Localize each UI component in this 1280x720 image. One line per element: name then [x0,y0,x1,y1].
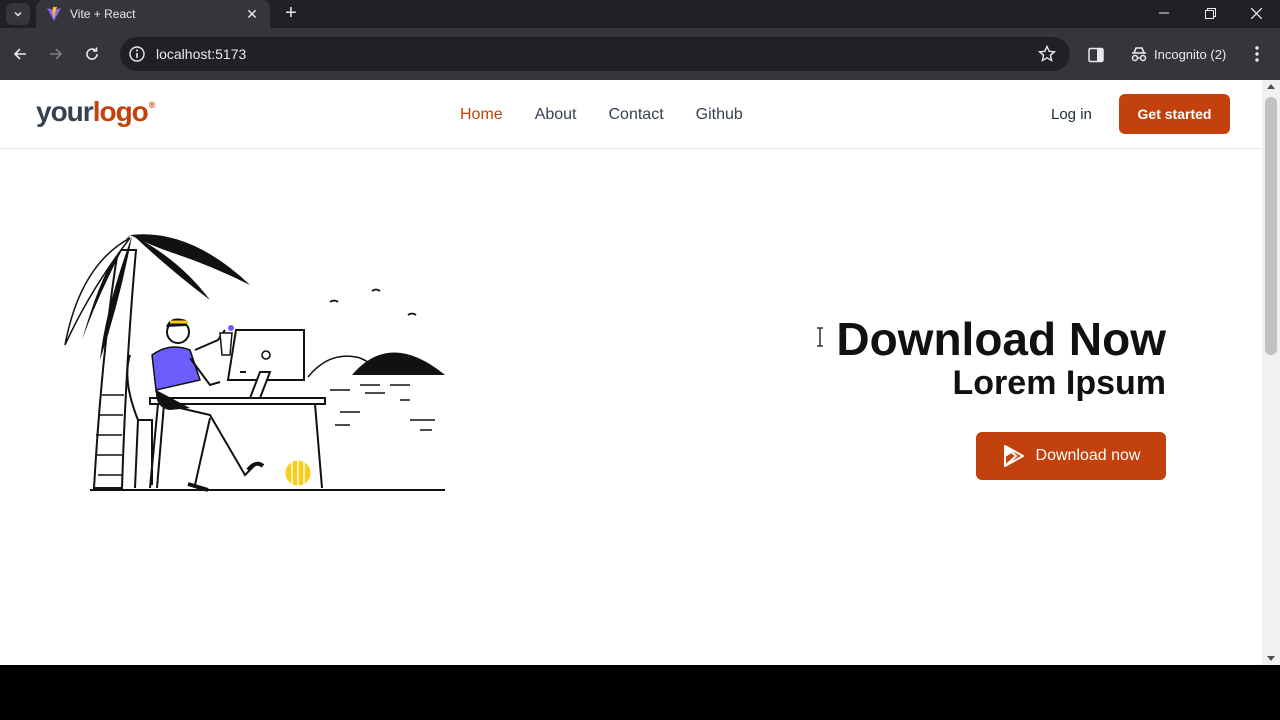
tab-title: Vite + React [70,7,136,21]
nav-link-about[interactable]: About [535,106,577,124]
info-icon[interactable] [128,45,146,63]
scroll-up-arrow-icon[interactable] [1267,84,1275,89]
address-bar[interactable]: localhost:5173 [120,37,1070,71]
hero-subtitle: Lorem Ipsum [952,364,1166,402]
nav-link-github[interactable]: Github [696,106,743,124]
arrow-left-icon [13,48,26,60]
page-viewport: yourlogo® Home About Contact Github Log … [0,80,1262,665]
vite-logo-icon [47,7,61,21]
minimize-button[interactable] [1141,0,1187,26]
tab-search-button[interactable] [6,3,30,25]
browser-tab[interactable]: Vite + React ✕ [36,0,270,28]
restore-icon [1204,7,1216,19]
incognito-icon [1131,47,1147,62]
login-link[interactable]: Log in [1051,106,1092,123]
close-window-button[interactable] [1233,0,1279,26]
forward-button[interactable] [44,42,68,66]
scrollbar-thumb[interactable] [1265,97,1277,355]
logo-text-logo: logo [92,96,149,127]
text-cursor-icon [817,327,823,347]
minimize-icon [1159,12,1169,14]
bookmark-star-icon[interactable] [1038,45,1056,63]
close-icon [1250,7,1262,19]
more-vert-icon[interactable] [1248,44,1266,64]
scroll-down-arrow-icon[interactable] [1267,656,1275,661]
hero-text: Download Now Lorem Ipsum [836,314,1166,402]
vertical-scrollbar[interactable] [1262,80,1280,665]
get-started-button[interactable]: Get started [1119,94,1230,134]
incognito-label: Incognito (2) [1154,46,1227,62]
play-store-icon [1003,445,1024,467]
close-tab-icon[interactable]: ✕ [244,6,260,23]
reload-button[interactable] [80,42,104,66]
download-now-button[interactable]: Download now [976,432,1166,480]
hero-illustration [64,234,445,492]
nav-link-contact[interactable]: Contact [609,106,664,124]
incognito-indicator[interactable]: Incognito (2) [1122,38,1238,70]
bottom-black-bar [0,665,1280,720]
logo-text-your: your [36,96,94,127]
back-button[interactable] [8,42,32,66]
arrow-right-icon [50,48,63,60]
site-header: yourlogo® Home About Contact Github Log … [0,80,1262,149]
logo-registered-mark: ® [148,100,156,110]
side-panel-icon[interactable] [1088,47,1104,63]
new-tab-button[interactable]: + [280,2,302,24]
restore-button[interactable] [1187,0,1233,26]
hero-title: Download Now [836,313,1166,365]
nav-link-home[interactable]: Home [460,106,503,124]
download-now-label: Download now [1035,447,1141,464]
chevron-down-icon [14,11,22,17]
browser-toolbar: localhost:5173 Incognito (2) [0,28,1280,80]
url-text: localhost:5173 [156,46,247,62]
reload-icon [86,47,98,60]
logo[interactable]: yourlogo® [36,96,156,128]
browser-tab-strip: Vite + React ✕ + [0,0,1280,28]
main-nav: Home About Contact Github [460,106,743,124]
